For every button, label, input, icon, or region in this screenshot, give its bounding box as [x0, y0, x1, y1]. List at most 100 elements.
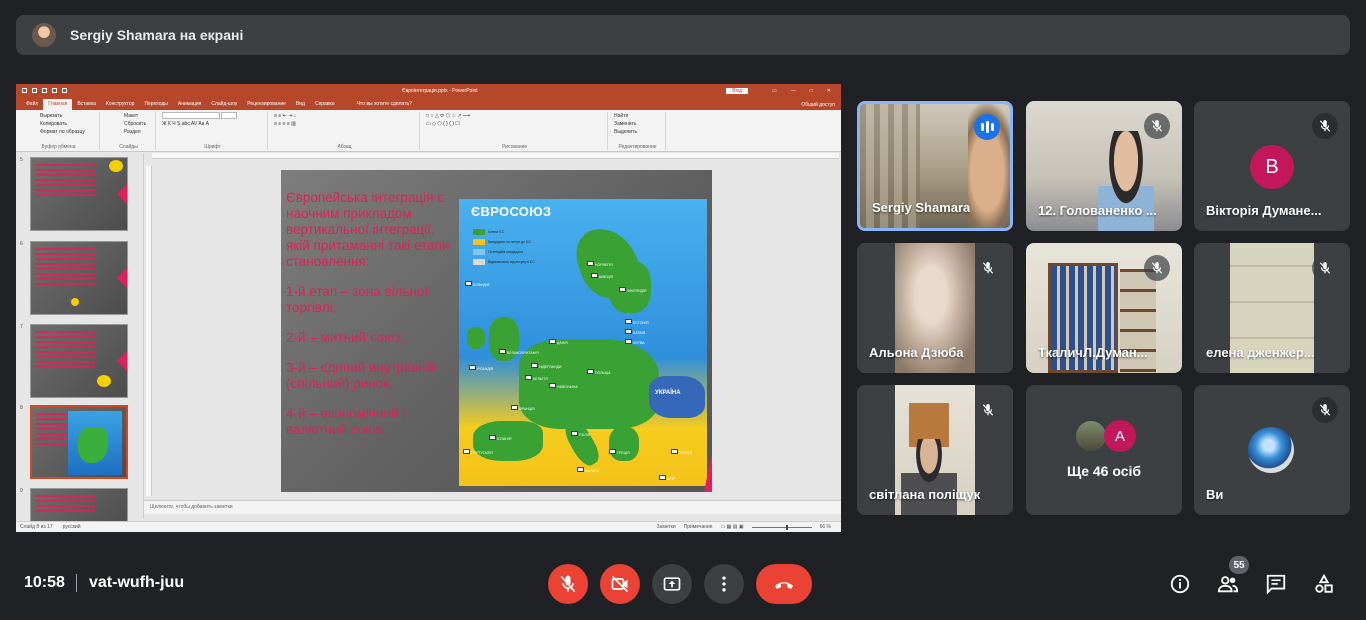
ireland-shape	[467, 327, 485, 349]
slide-thumbnail-5[interactable]	[30, 157, 128, 231]
font-name-box[interactable]	[162, 112, 220, 119]
thumb-number: 6	[20, 241, 23, 247]
tab-review[interactable]: Рецензирование	[242, 99, 291, 110]
tab-home[interactable]: Главная	[43, 99, 73, 110]
more-options-button[interactable]	[704, 564, 744, 604]
tab-slideshow[interactable]: Слайд-шоу	[206, 99, 242, 110]
more-participants-tile[interactable]: А Ще 46 осіб	[1026, 385, 1182, 515]
current-slide[interactable]: Європейська інтеграція є наочним приклад…	[281, 170, 712, 492]
leave-call-button[interactable]	[756, 564, 812, 604]
country-label: ІСЛАНДІЯ	[465, 281, 489, 287]
ribbon-group-drawing: □ ○ △ ⬭ ⬡ ☆ ↗ ⟶ ▭ ◇ ⬠ { } ( ) ☐ Рисовани…	[422, 112, 608, 150]
layout-button[interactable]: Макет	[102, 112, 155, 120]
ribbon-group-clipboard: Вырезать Копировать Формат по образцу Бу…	[18, 112, 100, 150]
slide-paragraph: 4-й – економічний і валютний союз.	[286, 406, 406, 437]
slide-paragraph: 3-й – єдиний внутрішній (спільний) ринок…	[286, 360, 437, 391]
presenter-avatar	[32, 23, 56, 47]
format-painter-button[interactable]: Формат по образцу	[18, 128, 99, 136]
signin-button[interactable]: Вхід	[726, 87, 749, 94]
participant-name: Вікторія Думане...	[1206, 203, 1322, 218]
ribbon-group-label: Абзац	[337, 144, 352, 150]
status-bar: Слайд 8 из 17 русский Заметки Примечания…	[16, 521, 841, 532]
cut-button[interactable]: Вырезать	[18, 112, 99, 120]
language-indicator: русский	[62, 524, 81, 530]
slide-thumbnail-8-selected[interactable]	[30, 405, 128, 479]
shared-screen: Євроінтеграція.pptx - PowerPoint Вхід ▭ —…	[16, 84, 841, 532]
more-participants-label: Ще 46 осіб	[1066, 463, 1142, 479]
country-label: БЕЛЬГІЯ	[525, 375, 548, 381]
country-label: МАЛЬТА	[577, 467, 599, 473]
tab-view[interactable]: Вид	[291, 99, 310, 110]
tab-transitions[interactable]: Переходы	[139, 99, 172, 110]
zoom-level[interactable]: 66 %	[820, 524, 831, 530]
participant-tile[interactable]: В Вікторія Думане...	[1194, 101, 1350, 231]
camera-toggle-button[interactable]	[600, 564, 640, 604]
slide-decoration	[704, 452, 712, 492]
find-button[interactable]: Найти	[610, 112, 665, 120]
slide-paragraph: Європейська інтеграція є наочним приклад…	[286, 190, 450, 269]
country-label: НІМЕЧЧИНА	[549, 383, 578, 389]
copy-button[interactable]: Копировать	[18, 120, 99, 128]
meeting-details-button[interactable]	[1164, 568, 1196, 600]
participant-tile[interactable]: елена дженжер...	[1194, 243, 1350, 373]
participant-tile[interactable]: Sergiy Shamara	[857, 101, 1013, 231]
slide-thumbnail-7[interactable]	[30, 324, 128, 398]
replace-button[interactable]: Заменить	[610, 120, 665, 128]
shapes-gallery-row2[interactable]: ▭ ◇ ⬠ { } ( ) ☐	[422, 120, 607, 128]
view-buttons[interactable]: ▭ ▦ ▤ ▣	[721, 524, 744, 530]
document-title: Євроінтеграція.pptx - PowerPoint	[402, 87, 478, 94]
activities-button[interactable]	[1308, 568, 1340, 600]
country-label: ЛАТВІЯ	[625, 329, 645, 335]
more-vert-icon	[722, 576, 726, 592]
participant-name: Sergiy Shamara	[872, 200, 971, 215]
select-button[interactable]: Выделить	[610, 128, 665, 136]
font-size-box[interactable]	[221, 112, 238, 119]
country-label: НОРВЕГІЯ	[587, 261, 613, 267]
tab-file[interactable]: Файл	[21, 99, 43, 110]
tab-insert[interactable]: Вставка	[72, 99, 101, 110]
participant-avatar: В	[1250, 145, 1294, 189]
slide-thumbnails-pane[interactable]: 5 6 7 8 9	[16, 153, 144, 528]
notes-pane[interactable]: Щелкните, чтобы добавить заметки	[144, 500, 841, 514]
legend-entry: Відмовились від вступу в ЄС	[488, 260, 535, 264]
list-buttons[interactable]: ≡ ≡ ⇤ ⇥ ↕	[270, 112, 419, 120]
mic-off-icon	[1144, 255, 1170, 281]
camera-off-icon	[611, 575, 629, 593]
participant-tile[interactable]: Альона Дзюба	[857, 243, 1013, 373]
tab-animations[interactable]: Анимация	[173, 99, 206, 110]
reset-button[interactable]: Сбросить	[102, 120, 155, 128]
tab-help[interactable]: Справка	[310, 99, 340, 110]
chat-button[interactable]	[1260, 568, 1292, 600]
ribbon-group-label: Буфер обмена	[41, 144, 76, 150]
notes-toggle[interactable]: Заметки	[657, 524, 676, 530]
zoom-slider[interactable]	[751, 524, 812, 530]
participant-tile[interactable]: ТкаличЛ.Думан...	[1026, 243, 1182, 373]
participant-tile[interactable]: світлана поліщук	[857, 385, 1013, 515]
tab-design[interactable]: Конструктор	[101, 99, 140, 110]
align-buttons[interactable]: ≡ ≡ ≡ ≡ ▥	[270, 120, 419, 128]
tell-me-search[interactable]: Что вы хотите сделать?	[352, 99, 417, 110]
section-button[interactable]: Раздел	[102, 128, 155, 136]
share-button[interactable]: Общий доступ	[801, 102, 841, 110]
comments-toggle[interactable]: Примечания	[684, 524, 713, 530]
ribbon-group-label: Слайды	[119, 144, 138, 150]
self-tile[interactable]: Ви	[1194, 385, 1350, 515]
ukraine-shape: УКРАЇНА	[649, 376, 705, 418]
country-label: ІТАЛІЯ	[571, 431, 590, 437]
slide-paragraph: 2-й – митний союз;	[286, 330, 405, 345]
ukraine-label: УКРАЇНА	[655, 390, 681, 396]
participant-tile[interactable]: 12. Голованенко ...	[1026, 101, 1182, 231]
participant-name: Альона Дзюба	[869, 345, 964, 360]
shapes-gallery[interactable]: □ ○ △ ⬭ ⬡ ☆ ↗ ⟶	[422, 112, 607, 120]
present-screen-button[interactable]	[652, 564, 692, 604]
mainland-shape	[519, 339, 659, 429]
legend-entry: Потенційні кандидати	[488, 250, 524, 254]
font-style-buttons[interactable]: Ж К Ч S abc AV Aa A	[158, 120, 267, 128]
slide-text-box[interactable]: Європейська інтеграція є наочним приклад…	[286, 190, 461, 452]
microphone-toggle-button[interactable]	[548, 564, 588, 604]
country-label: ЛИТВА	[625, 339, 645, 345]
ribbon-group-font: Ж К Ч S abc AV Aa A Шрифт	[158, 112, 268, 150]
mic-off-icon	[975, 397, 1001, 423]
slide-thumbnail-6[interactable]	[30, 241, 128, 315]
ribbon-tabs: Файл Главная Вставка Конструктор Переход…	[16, 97, 841, 110]
